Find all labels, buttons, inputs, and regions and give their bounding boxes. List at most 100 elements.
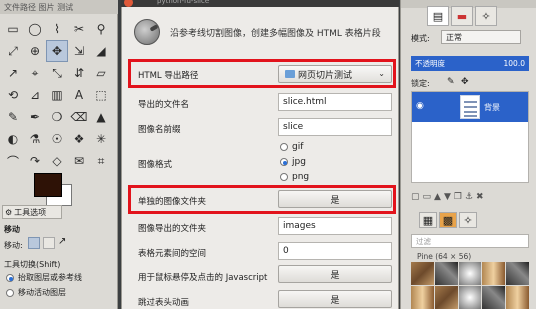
tool-button-7[interactable]: ✥: [46, 40, 68, 62]
tool-button-27[interactable]: ☉: [46, 128, 68, 150]
fonts-tab-icon[interactable]: ✧: [459, 212, 477, 228]
opacity-value: 100.0: [503, 59, 525, 68]
filename-input[interactable]: slice.html: [278, 93, 392, 111]
tool-button-10[interactable]: ↗: [2, 62, 24, 84]
tool-button-1[interactable]: ◯: [24, 18, 46, 40]
tool-button-9[interactable]: ◢: [90, 40, 112, 62]
table-spacing-label: 表格元素间的空间: [138, 249, 207, 259]
toolbox-title: 文件路径 图片 测试: [0, 0, 118, 14]
layer-buttons: ▢ ▭ ▲ ▼ ❐ ⚓ ✖: [411, 190, 529, 204]
eye-icon[interactable]: ◉: [416, 101, 424, 111]
tool-button-26[interactable]: ⚗: [24, 128, 46, 150]
tool-button-22[interactable]: ❍: [46, 106, 68, 128]
dialog-title: python-fu-slice: [157, 0, 210, 5]
prefix-input[interactable]: slice: [278, 118, 392, 136]
move-path-mode-icon[interactable]: ↗: [58, 236, 66, 247]
tool-button-16[interactable]: ⊿: [24, 84, 46, 106]
tool-button-18[interactable]: A: [68, 84, 90, 106]
brush-filter-input[interactable]: 过滤: [411, 234, 529, 248]
tool-button-24[interactable]: ▲: [90, 106, 112, 128]
new-layer-icon[interactable]: ▢: [411, 192, 420, 202]
format-png-radio[interactable]: [280, 172, 288, 181]
anchor-layer-icon[interactable]: ⚓: [465, 192, 473, 202]
tool-button-20[interactable]: ✎: [2, 106, 24, 128]
lower-layer-icon[interactable]: ▼: [444, 192, 451, 202]
format-gif-option[interactable]: gif: [280, 142, 303, 152]
pick-layer-radio[interactable]: [6, 273, 14, 282]
format-png-option[interactable]: png: [280, 172, 309, 182]
format-gif-radio[interactable]: [280, 142, 288, 151]
tool-button-4[interactable]: ⚲: [90, 18, 112, 40]
tool-options-label: 工具选项: [14, 207, 47, 217]
tool-button-15[interactable]: ⟲: [2, 84, 24, 106]
tool-button-29[interactable]: ✳: [90, 128, 112, 150]
brush-swatch[interactable]: [458, 262, 482, 285]
patterns-tab-icon[interactable]: ▦: [419, 212, 437, 228]
tool-button-6[interactable]: ⊕: [24, 40, 46, 62]
layer-row[interactable]: ◉ 背景: [412, 92, 528, 122]
pick-layer-option[interactable]: 抬取图层或参考线: [6, 272, 82, 283]
tool-button-3[interactable]: ✂: [68, 18, 90, 40]
tool-button-2[interactable]: ⌇: [46, 18, 68, 40]
tool-button-32[interactable]: ◇: [46, 150, 68, 172]
tool-button-14[interactable]: ▱: [90, 62, 112, 84]
brush-swatch[interactable]: [506, 286, 529, 309]
tool-button-21[interactable]: ✒: [24, 106, 46, 128]
brush-swatch[interactable]: [411, 286, 434, 309]
brush-swatch[interactable]: [482, 262, 506, 285]
tool-button-30[interactable]: ⌒: [2, 150, 24, 172]
skip-animation-toggle[interactable]: 是: [278, 290, 392, 308]
delete-layer-icon[interactable]: ✖: [476, 192, 484, 202]
format-jpg-radio[interactable]: [280, 157, 288, 166]
highlight-box-html-path: [128, 59, 396, 88]
lock-position-icon[interactable]: ✥: [461, 77, 469, 87]
channels-tab-icon[interactable]: ▬: [451, 6, 473, 26]
layers-tab-icon[interactable]: ▤: [427, 6, 449, 26]
raise-layer-icon[interactable]: ▲: [434, 192, 441, 202]
duplicate-layer-icon[interactable]: ❐: [454, 192, 462, 202]
brush-swatch[interactable]: [411, 262, 434, 285]
tool-button-12[interactable]: ⤡: [46, 62, 68, 84]
tool-button-5[interactable]: ⤢: [2, 40, 24, 62]
tool-button-17[interactable]: ▥: [46, 84, 68, 106]
move-active-option[interactable]: 移动活动图层: [6, 287, 66, 298]
lock-pixels-icon[interactable]: ✎: [447, 77, 455, 87]
brush-swatch[interactable]: [458, 286, 482, 309]
move-selection-mode-icon[interactable]: [43, 237, 55, 249]
table-spacing-spinner[interactable]: 0: [278, 242, 392, 260]
brushes-tab-icon[interactable]: ▩: [439, 212, 457, 228]
slice-dialog: 沿参考线切割图像，创建多幅图像及 HTML 表格片段 HTML 导出路径 网页切…: [121, 7, 399, 309]
tool-button-0[interactable]: ▭: [2, 18, 24, 40]
gimp-logo-icon: [134, 19, 160, 45]
brush-swatch[interactable]: [506, 262, 529, 285]
tool-button-11[interactable]: ⌖: [24, 62, 46, 84]
paths-tab-icon[interactable]: ✧: [475, 6, 497, 26]
tool-button-8[interactable]: ⇲: [68, 40, 90, 62]
tool-button-31[interactable]: ↷: [24, 150, 46, 172]
brush-swatch[interactable]: [434, 262, 458, 285]
layers-dock: ▤ ▬ ✧ 模式: 正常 不透明度 100.0 锁定: ✎ ✥ ◉ 背景 ▢ ▭…: [400, 0, 536, 309]
tool-button-34[interactable]: ⌗: [90, 150, 112, 172]
close-icon[interactable]: [124, 0, 133, 7]
format-jpg-option[interactable]: jpg: [280, 157, 306, 167]
foreground-color-swatch[interactable]: [34, 173, 62, 197]
mode-combo[interactable]: 正常: [441, 30, 521, 44]
tool-button-23[interactable]: ⌫: [68, 106, 90, 128]
tool-options-tab[interactable]: ⚙ 工具选项: [2, 205, 62, 219]
tool-button-19[interactable]: ⬚: [90, 84, 112, 106]
brush-swatch[interactable]: [434, 286, 458, 309]
image-folder-input[interactable]: images: [278, 217, 392, 235]
move-layer-mode-icon[interactable]: [28, 237, 40, 249]
toolbox-panel: 文件路径 图片 测试 ▭ ◯ ⌇ ✂ ⚲ ⤢ ⊕ ✥ ⇲ ◢ ↗ ⌖ ⤡ ⇵ ▱ ⟲ ⊿ ▥ A ⬚ ✎ ✒ ❍ ⌫ ▲ ◐ ⚗ ☉ ❖…: [0, 0, 118, 309]
tool-button-28[interactable]: ❖: [68, 128, 90, 150]
brush-swatch[interactable]: [482, 286, 506, 309]
tool-button-13[interactable]: ⇵: [68, 62, 90, 84]
format-png-text: png: [292, 172, 310, 182]
tool-button-33[interactable]: ✉: [68, 150, 90, 172]
tool-button-25[interactable]: ◐: [2, 128, 24, 150]
javascript-toggle[interactable]: 是: [278, 265, 392, 283]
opacity-slider[interactable]: 不透明度 100.0: [411, 56, 529, 71]
move-active-radio[interactable]: [6, 288, 14, 297]
new-group-icon[interactable]: ▭: [423, 192, 432, 202]
image-folder-label: 图像导出的文件夹: [138, 224, 207, 234]
